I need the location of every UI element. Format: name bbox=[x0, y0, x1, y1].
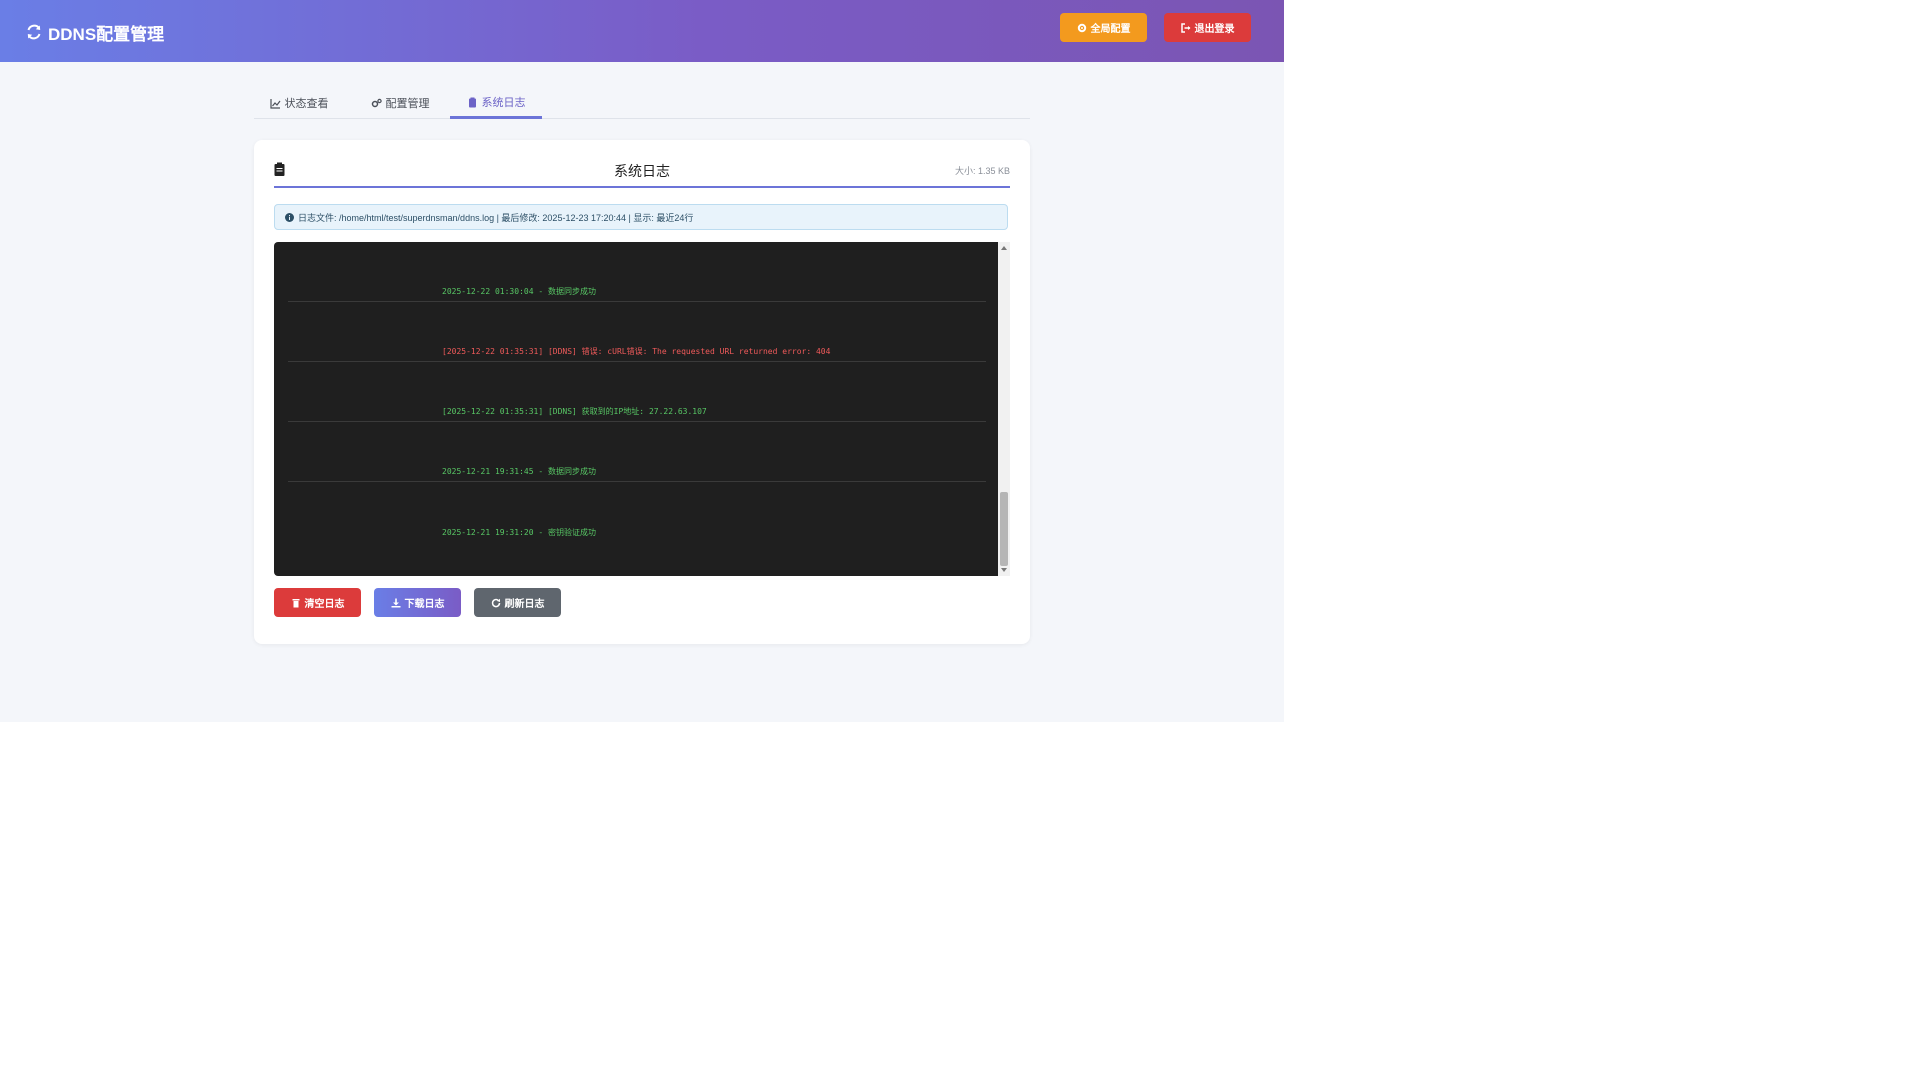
tab-config[interactable]: 配置管理 bbox=[364, 88, 436, 118]
refresh-log-label: 刷新日志 bbox=[504, 599, 545, 610]
log-card-title: 系统日志 bbox=[614, 163, 670, 179]
download-log-label: 下载日志 bbox=[404, 599, 445, 610]
clear-log-label: 清空日志 bbox=[304, 599, 345, 610]
app-title: DDNS配置管理 bbox=[48, 24, 165, 44]
cogs-icon bbox=[371, 98, 382, 107]
refresh-log-button[interactable]: 刷新日志 bbox=[474, 588, 561, 617]
tab-status[interactable]: 状态查看 bbox=[264, 88, 334, 118]
clipboard-icon bbox=[468, 97, 476, 107]
main-tabs: 状态查看 配置管理 系统日志 bbox=[254, 88, 1030, 119]
log-line: 2025-12-22 01:30:04 - 数据同步成功 bbox=[288, 242, 986, 302]
log-line-text: 2025-12-21 19:31:45 - 数据同步成功 bbox=[442, 467, 596, 476]
download-log-button[interactable]: 下载日志 bbox=[374, 588, 461, 617]
log-info-text: 日志文件: /home/html/test/superdnsman/ddns.l… bbox=[298, 212, 694, 223]
tab-logs-label: 系统日志 bbox=[481, 97, 526, 109]
trash-icon bbox=[292, 598, 299, 607]
tab-config-label: 配置管理 bbox=[385, 98, 430, 110]
log-line-text: [2025-12-22 01:35:31] [DDNS] 错误: cURL错误:… bbox=[442, 347, 831, 356]
scroll-up-arrow-icon[interactable] bbox=[1001, 246, 1007, 250]
refresh-icon bbox=[491, 598, 500, 607]
global-config-label: 全局配置 bbox=[1090, 24, 1131, 35]
gear-icon bbox=[1077, 23, 1086, 32]
scroll-down-arrow-icon[interactable] bbox=[1001, 568, 1007, 572]
sync-icon bbox=[27, 24, 41, 40]
app-brand[interactable]: DDNS配置管理 bbox=[26, 20, 164, 44]
clear-log-button[interactable]: 清空日志 bbox=[274, 588, 361, 617]
log-scrollbar[interactable] bbox=[998, 242, 1010, 576]
sign-out-icon bbox=[1180, 22, 1190, 33]
tab-status-label: 状态查看 bbox=[284, 98, 329, 110]
log-line-text: 2025-12-21 19:31:20 - 密钥验证成功 bbox=[442, 528, 596, 537]
global-config-button[interactable]: 全局配置 bbox=[1060, 13, 1147, 42]
top-navigation-bar: DDNS配置管理 全局配置 退出登录 bbox=[0, 0, 1284, 62]
scroll-thumb[interactable] bbox=[1000, 492, 1008, 566]
log-terminal[interactable]: 2025-12-22 01:30:04 - 数据同步成功 [2025-12-22… bbox=[274, 242, 998, 576]
chart-line-icon bbox=[269, 98, 280, 109]
log-file-size: 大小: 1.35 KB bbox=[954, 166, 1010, 176]
log-card-header: 系统日志 大小: 1.35 KB bbox=[274, 158, 1010, 188]
logout-label: 退出登录 bbox=[1194, 24, 1235, 35]
log-viewer[interactable]: 2025-12-22 01:30:04 - 数据同步成功 [2025-12-22… bbox=[274, 242, 1010, 576]
logout-button[interactable]: 退出登录 bbox=[1164, 13, 1251, 42]
log-line: [2025-12-22 01:35:31] [DDNS] 错误: cURL错误:… bbox=[288, 302, 986, 362]
log-info-bar: 日志文件: /home/html/test/superdnsman/ddns.l… bbox=[274, 204, 1008, 230]
log-line: 2025-12-21 19:31:45 - 数据同步成功 bbox=[288, 422, 986, 482]
app-window: DDNS配置管理 全局配置 退出登录 状态查看 配置管理 系统日志 系统日志 大… bbox=[0, 0, 1284, 722]
info-circle-icon bbox=[285, 212, 294, 222]
log-line: [2025-12-22 01:35:31] [DDNS] 获取到的IP地址: 2… bbox=[288, 362, 986, 422]
download-icon bbox=[391, 598, 400, 607]
log-line: 2025-12-21 19:31:20 - 密钥验证成功 bbox=[288, 482, 986, 542]
log-card: 系统日志 大小: 1.35 KB 日志文件: /home/html/test/s… bbox=[254, 140, 1030, 644]
tab-logs[interactable]: 系统日志 bbox=[450, 88, 542, 119]
log-line-text: [2025-12-22 01:35:31] [DDNS] 获取到的IP地址: 2… bbox=[442, 407, 707, 416]
log-line-text: 2025-12-22 01:30:04 - 数据同步成功 bbox=[442, 287, 596, 296]
